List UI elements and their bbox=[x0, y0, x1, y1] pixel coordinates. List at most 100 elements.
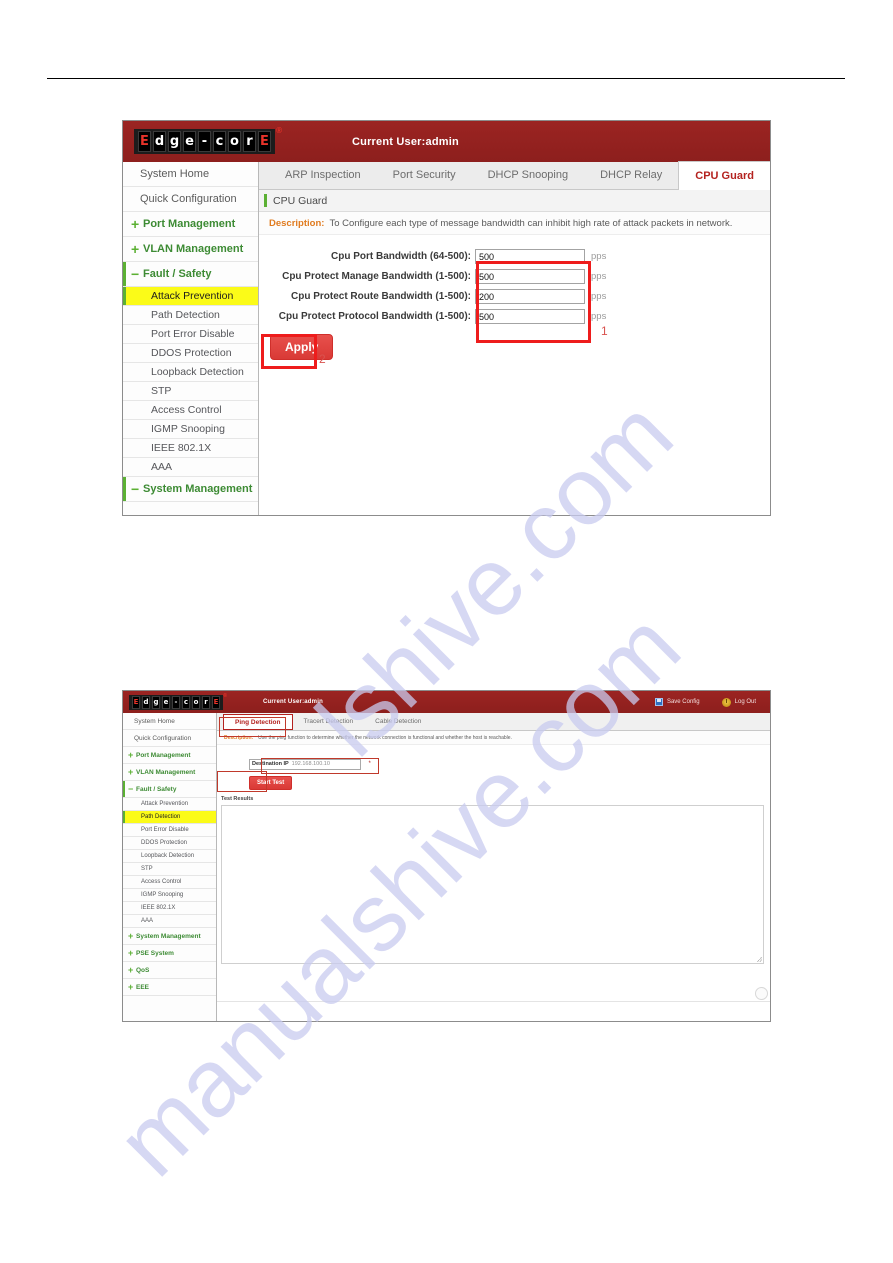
tab-tracert-detection[interactable]: Tracert Detection bbox=[293, 712, 365, 730]
cpu-protect-protocol-bandwidth-label: Cpu Protect Protocol Bandwidth (1-500): bbox=[278, 311, 471, 322]
sidebar-item-loopback-detection[interactable]: Loopback Detection bbox=[123, 850, 216, 863]
registered-mark-icon: ® bbox=[276, 126, 282, 135]
sidebar-item-ddos-protection[interactable]: DDOS Protection bbox=[123, 344, 258, 363]
sidebar-item-label: IGMP Snooping bbox=[151, 423, 225, 435]
test-results-textarea[interactable] bbox=[221, 805, 764, 964]
sidebar-item-port-error-disable[interactable]: Port Error Disable bbox=[123, 824, 216, 837]
tab-port-security[interactable]: Port Security bbox=[377, 161, 472, 189]
tab-dhcp-snooping[interactable]: DHCP Snooping bbox=[472, 161, 585, 189]
sidebar-item-aaa[interactable]: AAA bbox=[123, 458, 258, 477]
screenshot-ping-detection: E d g e - c o r E ® Current User:admin S… bbox=[122, 690, 771, 1022]
collapse-minus-icon: − bbox=[131, 481, 140, 497]
sidebar-item-system-management[interactable]: − System Management bbox=[123, 477, 258, 502]
sidebar-item-vlan-management[interactable]: + VLAN Management bbox=[123, 764, 216, 781]
sidebar-item-igmp-snooping[interactable]: IGMP Snooping bbox=[123, 420, 258, 439]
sidebar-item-fault-safety[interactable]: − Fault / Safety bbox=[123, 262, 258, 287]
form-row: Cpu Port Bandwidth (64-500): pps bbox=[259, 247, 770, 266]
ping-detection-form: Destination IP 192.168.100.10 * Start Te… bbox=[217, 745, 770, 790]
sidebar-item-ieee-802-1x[interactable]: IEEE 802.1X bbox=[123, 902, 216, 915]
sidebar-item-system-home[interactable]: System Home bbox=[123, 162, 258, 187]
logo-letter: g bbox=[152, 695, 160, 709]
sidebar-item-label: Port Management bbox=[136, 751, 191, 759]
sidebar-item-system-management[interactable]: + System Management bbox=[123, 928, 216, 945]
sidebar-item-label: DDOS Protection bbox=[151, 347, 232, 359]
sidebar-item-igmp-snooping[interactable]: IGMP Snooping bbox=[123, 889, 216, 902]
tab-label: ARP Inspection bbox=[285, 169, 361, 181]
save-config-icon bbox=[654, 698, 663, 706]
sidebar-item-attack-prevention[interactable]: Attack Prevention bbox=[123, 798, 216, 811]
sidebar-item-label: System Management bbox=[143, 483, 253, 495]
logo-letter: r bbox=[243, 131, 256, 152]
tab-bar: Ping Detection Tracert Detection Cable D… bbox=[217, 713, 770, 731]
cpu-protect-protocol-bandwidth-input[interactable] bbox=[475, 309, 585, 324]
sidebar-item-vlan-management[interactable]: + VLAN Management bbox=[123, 237, 258, 262]
sidebar-item-port-error-disable[interactable]: Port Error Disable bbox=[123, 325, 258, 344]
expand-plus-icon: + bbox=[128, 965, 134, 975]
sidebar-item-port-management[interactable]: + Port Management bbox=[123, 747, 216, 764]
sidebar-item-ieee-802-1x[interactable]: IEEE 802.1X bbox=[123, 439, 258, 458]
sidebar-item-stp[interactable]: STP bbox=[123, 382, 258, 401]
tab-dhcp-relay[interactable]: DHCP Relay bbox=[584, 161, 678, 189]
sidebar-item-fault-safety[interactable]: − Fault / Safety bbox=[123, 781, 216, 798]
tab-arp-inspection[interactable]: ARP Inspection bbox=[269, 161, 377, 189]
sidebar-item-access-control[interactable]: Access Control bbox=[123, 401, 258, 420]
cpu-port-bandwidth-input[interactable] bbox=[475, 249, 585, 264]
logo-letter: o bbox=[228, 131, 241, 152]
sidebar-item-port-management[interactable]: + Port Management bbox=[123, 212, 258, 237]
sidebar-item-label: IGMP Snooping bbox=[141, 892, 184, 898]
sidebar-item-qos[interactable]: + QoS bbox=[123, 962, 216, 979]
expand-plus-icon: + bbox=[128, 982, 134, 992]
page-header-rule bbox=[47, 78, 845, 79]
required-mark: * bbox=[368, 761, 371, 767]
sidebar-item-label: STP bbox=[151, 385, 172, 397]
sidebar-item-path-detection[interactable]: Path Detection bbox=[123, 306, 258, 325]
app-header: E d g e - c o r E ® Current User:admin S… bbox=[123, 691, 770, 713]
logo-letter: o bbox=[192, 695, 200, 709]
cpu-protect-manage-bandwidth-input[interactable] bbox=[475, 269, 585, 284]
tab-cpu-guard[interactable]: CPU Guard bbox=[678, 161, 770, 190]
description-banner: Description: Use the ping function to de… bbox=[217, 731, 770, 745]
cpu-protect-route-bandwidth-input[interactable] bbox=[475, 289, 585, 304]
start-test-button[interactable]: Start Test bbox=[249, 776, 293, 790]
cpu-guard-form: Cpu Port Bandwidth (64-500): pps Cpu Pro… bbox=[259, 235, 770, 360]
sidebar-item-aaa[interactable]: AAA bbox=[123, 915, 216, 928]
sidebar-item-quick-configuration[interactable]: Quick Configuration bbox=[123, 187, 258, 212]
cpu-port-bandwidth-label: Cpu Port Bandwidth (64-500): bbox=[330, 251, 471, 262]
sidebar-item-quick-configuration[interactable]: Quick Configuration bbox=[123, 730, 216, 747]
logo-letter: g bbox=[168, 131, 181, 152]
sidebar-item-attack-prevention[interactable]: Attack Prevention bbox=[123, 287, 258, 306]
sidebar-item-label: Fault / Safety bbox=[136, 785, 177, 793]
logo-letter: E bbox=[132, 695, 140, 709]
sidebar-item-label: Quick Configuration bbox=[134, 734, 192, 742]
app-body: System Home Quick Configuration + Port M… bbox=[123, 713, 770, 1021]
logo-letter: e bbox=[183, 131, 196, 152]
content-area: ARP Inspection Port Security DHCP Snoopi… bbox=[259, 161, 770, 515]
tab-ping-detection[interactable]: Ping Detection bbox=[223, 714, 293, 730]
sidebar-item-access-control[interactable]: Access Control bbox=[123, 876, 216, 889]
destination-ip-field[interactable]: Destination IP 192.168.100.10 bbox=[249, 758, 361, 770]
scroll-nub[interactable] bbox=[755, 987, 768, 1000]
tab-cable-detection[interactable]: Cable Detection bbox=[364, 712, 432, 730]
sidebar-item-label: Loopback Detection bbox=[141, 853, 195, 859]
expand-plus-icon: + bbox=[131, 241, 140, 257]
sidebar-item-ddos-protection[interactable]: DDOS Protection bbox=[123, 837, 216, 850]
annotation-number-2: 2 bbox=[319, 352, 326, 366]
sidebar-item-system-home[interactable]: System Home bbox=[123, 713, 216, 730]
sidebar-item-eee[interactable]: + EEE bbox=[123, 979, 216, 996]
sidebar-item-loopback-detection[interactable]: Loopback Detection bbox=[123, 363, 258, 382]
expand-plus-icon: + bbox=[128, 948, 134, 958]
sidebar-item-label: AAA bbox=[141, 918, 154, 924]
sidebar-item-label: Loopback Detection bbox=[151, 366, 244, 378]
sidebar-item-label: Attack Prevention bbox=[141, 801, 189, 807]
log-out-button[interactable]: Log Out bbox=[721, 697, 756, 707]
save-config-label: Save Config bbox=[666, 699, 700, 705]
sidebar-item-path-detection[interactable]: Path Detection bbox=[123, 811, 216, 824]
logo-letter: E bbox=[138, 131, 151, 152]
unit-label: pps bbox=[591, 291, 607, 302]
sidebar-item-stp[interactable]: STP bbox=[123, 863, 216, 876]
sidebar-item-pse-system[interactable]: + PSE System bbox=[123, 945, 216, 962]
tab-label: DHCP Relay bbox=[600, 169, 663, 181]
save-config-button[interactable]: Save Config bbox=[654, 698, 700, 706]
collapse-minus-icon: − bbox=[128, 784, 134, 794]
description-key: Description: bbox=[269, 217, 325, 229]
